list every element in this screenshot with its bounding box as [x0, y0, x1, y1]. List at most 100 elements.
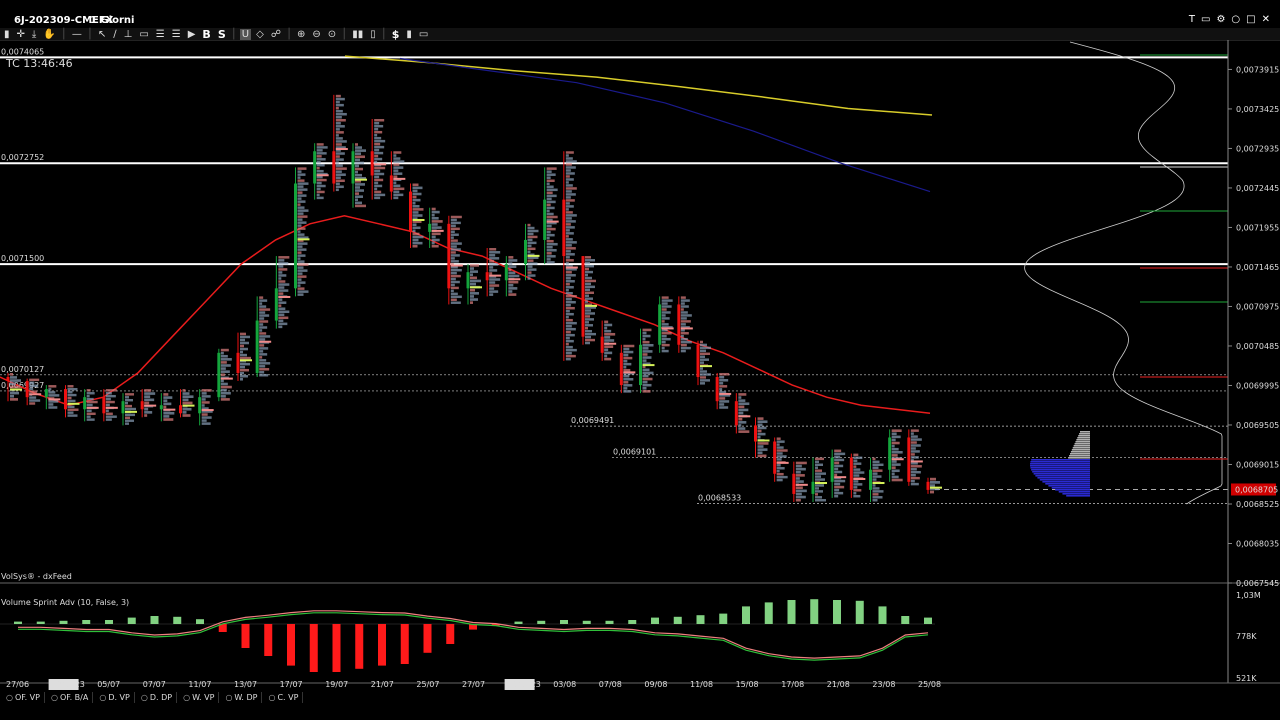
price-tick-label: 0,0073425	[1236, 105, 1279, 114]
footprint-row	[910, 479, 915, 483]
footprint-row	[163, 396, 173, 399]
footprint-row	[105, 403, 110, 407]
footprint-row	[565, 345, 573, 349]
footprint-row	[297, 176, 301, 179]
footprint-row	[565, 151, 574, 154]
footprint-row	[393, 151, 402, 154]
footprint-row	[316, 149, 323, 152]
footprint-row	[565, 190, 572, 193]
indicator-bar	[514, 621, 523, 624]
footprint-row	[335, 131, 344, 134]
footprint-row	[316, 163, 325, 167]
footprint-row	[450, 268, 462, 272]
footprint-row	[910, 473, 916, 477]
footprint-row	[661, 343, 670, 347]
developing-profile-row	[1031, 469, 1090, 471]
footprint-row	[757, 420, 768, 424]
date-tick-label: 27/07	[462, 680, 485, 689]
footprint-row	[585, 273, 588, 277]
bottom-tab-ddp[interactable]: ○ D. DP	[137, 691, 178, 703]
radio-icon: ○	[225, 692, 233, 702]
footprint-row	[450, 227, 460, 231]
price-chart[interactable]: 0,0074065 0,0072752 0,0071500 0,0070127 0,00…	[0, 0, 1280, 690]
footprint-row	[335, 112, 347, 116]
footprint-row	[853, 462, 862, 465]
footprint-row	[719, 397, 726, 400]
footprint-row	[412, 183, 419, 187]
footprint-row	[891, 432, 897, 436]
footprint-row	[680, 332, 689, 335]
bottom-tab-dvp[interactable]: ○ D. VP	[95, 691, 135, 703]
footprint-row	[259, 305, 267, 308]
footprint-row	[585, 279, 596, 283]
footprint-row	[910, 462, 918, 465]
footprint-row	[335, 134, 339, 137]
footprint-row	[105, 415, 117, 418]
bottom-tab-ofvp[interactable]: ○ OF. VP	[2, 691, 45, 703]
footprint-row	[642, 386, 647, 390]
footprint-row	[815, 478, 825, 481]
footprint-row	[297, 191, 303, 194]
footprint-row	[450, 277, 456, 281]
footprint-row	[604, 354, 608, 358]
bottom-tab-cvp[interactable]: ○ C. VP	[264, 691, 304, 703]
footprint-row	[393, 190, 400, 194]
indicator-bar	[173, 616, 182, 624]
footprint-row	[565, 297, 572, 301]
footprint-row	[355, 173, 362, 177]
footprint-row	[374, 184, 383, 188]
footprint-row	[278, 268, 288, 271]
footprint-row	[585, 332, 596, 336]
footprint-row	[738, 430, 750, 433]
footprint-row	[719, 385, 728, 388]
footprint-row	[278, 256, 290, 259]
bottom-tab-ofba[interactable]: ○ OF. B/A	[47, 691, 94, 703]
footprint-row	[565, 172, 575, 175]
bottom-tab-wvp[interactable]: ○ W. VP	[179, 691, 220, 703]
footprint-row	[815, 457, 824, 461]
moving-average-blue	[399, 57, 931, 193]
footprint-row	[10, 385, 20, 389]
bottom-tab-bar: ○ OF. VP ○ OF. B/A ○ D. VP ○ D. DP ○ W. VP ○ W. DP ○…	[0, 690, 1280, 704]
moving-average-yellow	[344, 55, 933, 116]
footprint-row	[125, 407, 136, 411]
footprint-row	[297, 218, 303, 221]
footprint-row	[623, 356, 633, 360]
footprint-row	[278, 325, 283, 329]
footprint-row	[182, 392, 190, 395]
footprint-row	[834, 473, 838, 477]
footprint-row	[393, 181, 397, 185]
footprint-row	[297, 245, 303, 248]
footprint-row	[546, 206, 555, 210]
footprint-row	[278, 271, 283, 274]
footprint-row	[891, 444, 895, 448]
footprint-row	[335, 152, 345, 155]
footprint-row	[374, 121, 380, 125]
footprint-row	[623, 350, 634, 354]
candle-body	[179, 405, 182, 414]
bottom-tab-wdp[interactable]: ○ W. DP	[221, 691, 263, 703]
price-tick-label: 0,0070975	[1236, 302, 1279, 311]
developing-profile-row	[1071, 449, 1090, 451]
footprint-row	[795, 477, 800, 480]
footprint-row	[259, 308, 271, 311]
footprint-row	[297, 275, 307, 278]
footprint-row	[565, 175, 570, 178]
indicator-bar	[833, 600, 841, 624]
poc-marker	[757, 439, 770, 442]
indicator-bar	[423, 624, 432, 653]
poc-marker	[105, 406, 118, 409]
footprint-row	[335, 125, 345, 128]
footprint-row	[374, 172, 385, 176]
footprint-row	[297, 167, 307, 170]
date-tick-label: 08/2023	[508, 680, 541, 689]
footprint-row	[661, 334, 667, 338]
poc-marker	[585, 304, 597, 307]
footprint-row	[565, 315, 569, 319]
indicator-axis-label: 1,03M	[1236, 591, 1261, 600]
footprint-row	[680, 343, 687, 347]
indicator-bar	[605, 620, 614, 624]
footprint-row	[125, 413, 135, 417]
footprint-row	[700, 370, 707, 373]
footprint-row	[470, 301, 473, 304]
